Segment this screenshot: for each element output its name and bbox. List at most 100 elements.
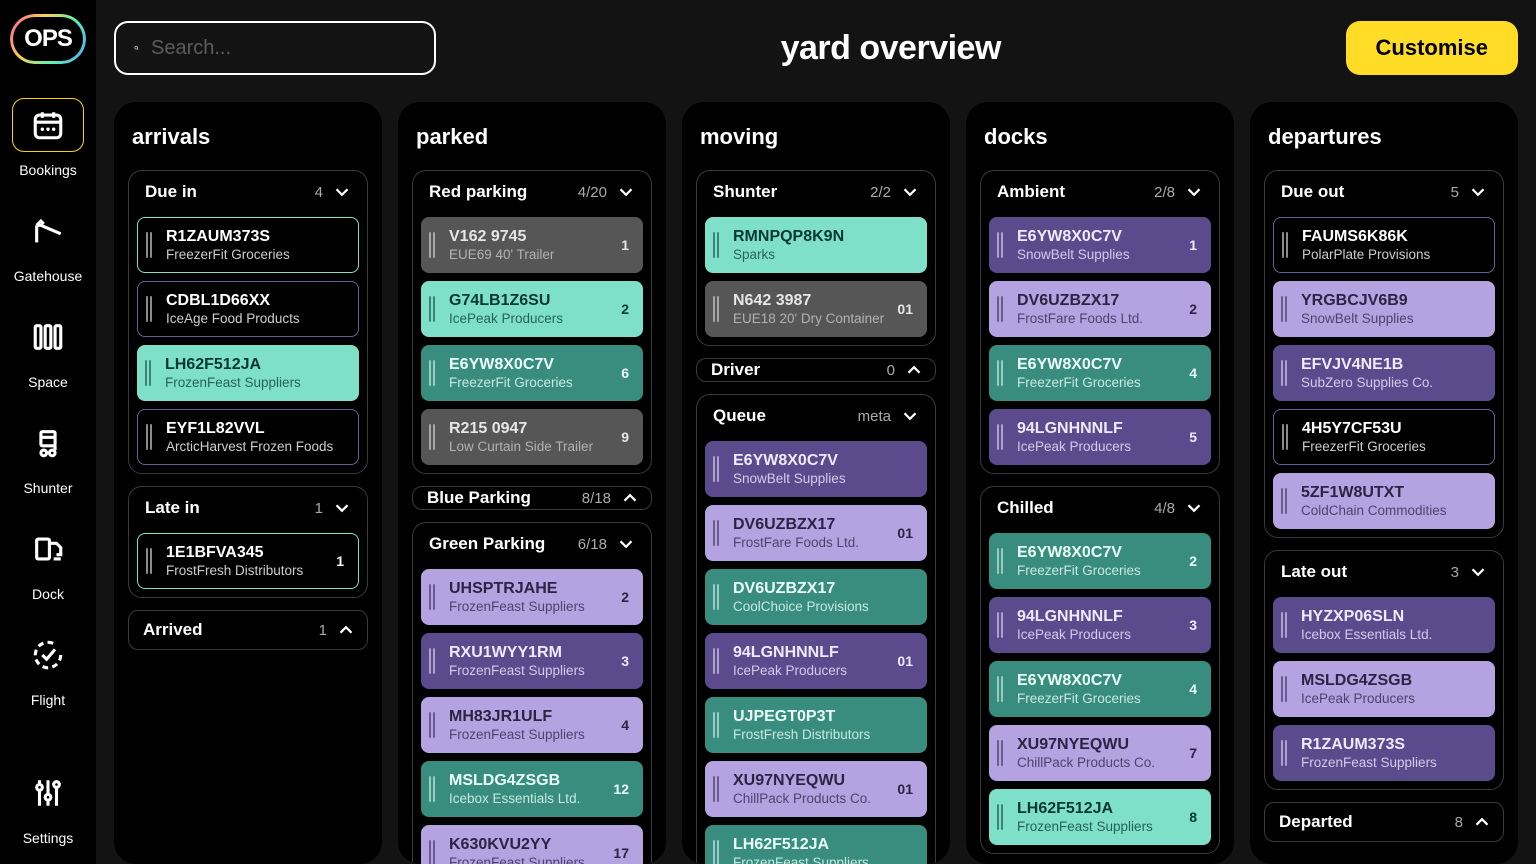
drag-handle-icon [997,424,1007,450]
search-input[interactable] [151,37,416,60]
card[interactable]: DV6UZBZX17FrostFare Foods Ltd.01 [705,505,927,561]
card[interactable]: R1ZAUM373SFreezerFit Groceries [137,217,359,273]
section-header-collapsed[interactable]: Departed8 [1264,802,1504,842]
card[interactable]: LH62F512JAFrozenFeast Suppliers [705,825,927,864]
card[interactable]: K630KVU2YYFrozenFeast Suppliers17 [421,825,643,864]
card[interactable]: E6YW8X0C7VFreezerFit Groceries4 [989,661,1211,717]
card[interactable]: E6YW8X0C7VSnowBelt Supplies [705,441,927,497]
card[interactable]: N642 3987EUE18 20' Dry Container01 [705,281,927,337]
card[interactable]: 94LGNHNNLFIcePeak Producers3 [989,597,1211,653]
section-header[interactable]: Late out3 [1273,561,1495,589]
card[interactable]: UJPEGT0P3TFrostFresh Distributors [705,697,927,753]
section-header[interactable]: Late in1 [137,497,359,525]
card[interactable]: E6YW8X0C7VFreezerFit Groceries4 [989,345,1211,401]
card[interactable]: V162 9745EUE69 40' Trailer1 [421,217,643,273]
card[interactable]: UHSPTRJAHEFrozenFeast Suppliers2 [421,569,643,625]
section-header[interactable]: Due in4 [137,181,359,209]
drag-handle-icon [1282,232,1292,258]
card[interactable]: MH83JR1ULFFrozenFeast Suppliers4 [421,697,643,753]
card[interactable]: EFVJV4NE1BSubZero Supplies Co. [1273,345,1495,401]
card[interactable]: LH62F512JAFrozenFeast Suppliers8 [989,789,1211,845]
card[interactable]: MSLDG4ZSGBIcePeak Producers [1273,661,1495,717]
card[interactable]: XU97NYEQWUChillPack Products Co.7 [989,725,1211,781]
section-late-out: Late out3 HYZXP06SLNIcebox Essentials Ltd… [1264,550,1504,790]
card-subtitle: SnowBelt Supplies [1301,311,1485,327]
column-moving: moving Shunter2/2 RMNPQP8K9NSparks N642 398… [682,102,950,864]
nav-shunter[interactable]: Shunter [0,416,96,496]
nav-flight[interactable]: Flight [0,628,96,708]
column-body: Ambient2/8 E6YW8X0C7VSnowBelt Supplies1 DV… [980,170,1220,864]
section-header[interactable]: Chilled4/8 [989,497,1211,525]
drag-handle-icon [429,232,439,258]
card-code: UJPEGT0P3T [733,707,917,726]
nav: Bookings Gatehouse Space Shunter Dock [0,98,96,766]
section-name: Departed [1279,812,1455,832]
nav-bookings[interactable]: Bookings [0,98,96,178]
truck-icon [12,416,84,470]
chevron-up-icon [903,359,925,381]
card[interactable]: R1ZAUM373SFrozenFeast Suppliers [1273,725,1495,781]
column-title: parked [416,124,648,150]
section-header-collapsed[interactable]: Arrived1 [128,610,368,650]
card-subtitle: FrozenFeast Suppliers [449,727,617,743]
card-badge: 3 [1185,616,1201,634]
card[interactable]: E6YW8X0C7VFreezerFit Groceries6 [421,345,643,401]
section-header[interactable]: Queuemeta [705,405,927,433]
section-name: Red parking [429,182,578,202]
card[interactable]: DV6UZBZX17CoolChoice Provisions [705,569,927,625]
card[interactable]: 1E1BFVA345FrostFresh Distributors1 [137,533,359,589]
nav-dock[interactable]: Dock [0,522,96,602]
card[interactable]: 4H5Y7CF53UFreezerFit Groceries [1273,409,1495,465]
drag-handle-icon [997,296,1007,322]
card[interactable]: RXU1WYY1RMFrozenFeast Suppliers3 [421,633,643,689]
card[interactable]: MSLDG4ZSGBIcebox Essentials Ltd.12 [421,761,643,817]
topbar: yard overview Customise [114,18,1518,78]
drag-handle-icon [997,740,1007,766]
card-subtitle: ChillPack Products Co. [733,791,893,807]
section-header-collapsed[interactable]: Blue Parking8/18 [412,486,652,510]
card-subtitle: FrozenFeast Suppliers [449,855,609,864]
column-title: moving [700,124,932,150]
card-badge: 7 [1185,744,1201,762]
column-docks: docksAmbient2/8E6YW8X0C7VSnowBelt Suppli… [966,102,1234,864]
customise-button[interactable]: Customise [1346,21,1518,75]
card[interactable]: G74LB1Z6SUIcePeak Producers2 [421,281,643,337]
search-input-wrap[interactable] [114,21,436,75]
card[interactable]: LH62F512JAFrozenFeast Suppliers [137,345,359,401]
card[interactable]: 5ZF1W8UTXTColdChain Commodities [1273,473,1495,529]
section-header[interactable]: Due out5 [1273,181,1495,209]
section-header[interactable]: Shunter2/2 [705,181,927,209]
card-subtitle: FrostFresh Distributors [166,563,332,579]
card[interactable]: EYF1L82VVLArcticHarvest Frozen Foods [137,409,359,465]
nav-space[interactable]: Space [0,310,96,390]
card[interactable]: CDBL1D66XXIceAge Food Products [137,281,359,337]
drag-handle-icon [1281,488,1291,514]
section-name: Due in [145,182,315,202]
card[interactable]: E6YW8X0C7VFreezerFit Groceries2 [989,533,1211,589]
card[interactable]: HYZXP06SLNIcebox Essentials Ltd. [1273,597,1495,653]
section-count: 4 [315,184,323,201]
nav-gatehouse[interactable]: Gatehouse [0,204,96,284]
nav-settings[interactable]: Settings [0,766,96,846]
section-header[interactable]: Green Parking6/18 [421,533,643,561]
card-code: E6YW8X0C7V [1017,355,1185,374]
card[interactable]: DV6UZBZX17FrostFare Foods Ltd.2 [989,281,1211,337]
card[interactable]: 94LGNHNNLFIcePeak Producers01 [705,633,927,689]
card[interactable]: 94LGNHNNLFIcePeak Producers5 [989,409,1211,465]
section-header[interactable]: Ambient2/8 [989,181,1211,209]
section-header[interactable]: Red parking4/20 [421,181,643,209]
section-red-parking: Red parking4/20 V162 9745EUE69 40' Traile… [412,170,652,474]
card[interactable]: FAUMS6K86KPolarPlate Provisions [1273,217,1495,273]
card-subtitle: ChillPack Products Co. [1017,755,1185,771]
card[interactable]: E6YW8X0C7VSnowBelt Supplies1 [989,217,1211,273]
card[interactable]: R215 0947Low Curtain Side Trailer9 [421,409,643,465]
drag-handle-icon [997,676,1007,702]
drag-handle-icon [997,612,1007,638]
card[interactable]: RMNPQP8K9NSparks [705,217,927,273]
card[interactable]: YRGBCJV6B9SnowBelt Supplies [1273,281,1495,337]
section-header-collapsed[interactable]: Driver0 [696,358,936,382]
card-subtitle: CoolChoice Provisions [733,599,917,615]
card[interactable]: XU97NYEQWUChillPack Products Co.01 [705,761,927,817]
drag-handle-icon [713,840,723,864]
section-count: 1 [319,622,327,639]
